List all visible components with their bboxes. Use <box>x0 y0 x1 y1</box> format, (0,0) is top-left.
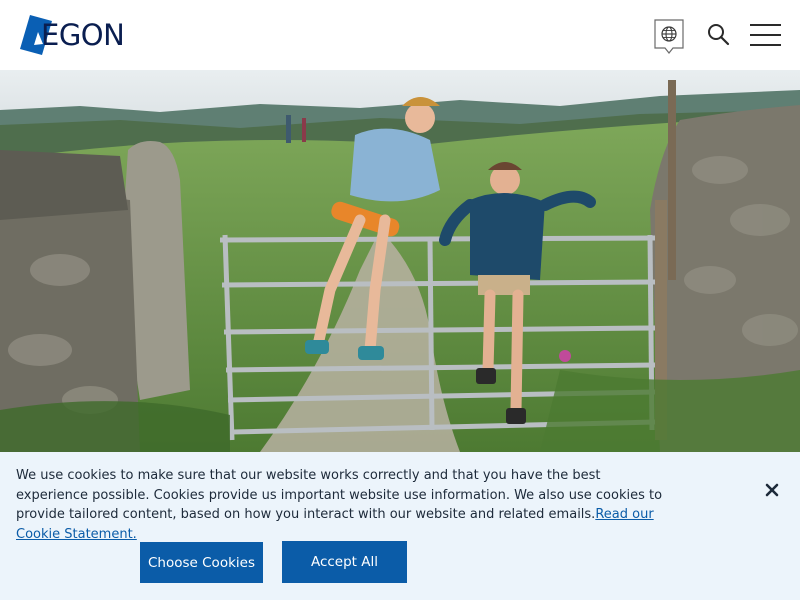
menu-bar-icon <box>750 44 781 46</box>
site-header: EGON <box>0 0 800 70</box>
search-icon <box>708 24 730 46</box>
menu-bar-icon <box>750 24 781 26</box>
cookie-banner: We use cookies to make sure that our web… <box>0 452 800 600</box>
hero-image <box>0 70 800 452</box>
accept-all-button[interactable]: Accept All <box>282 541 407 583</box>
cookie-message: We use cookies to make sure that our web… <box>16 466 666 544</box>
globe-icon <box>654 19 684 54</box>
hamburger-menu-button[interactable] <box>750 23 781 47</box>
language-selector-button[interactable] <box>653 18 685 56</box>
aegon-logo[interactable]: EGON <box>20 14 132 56</box>
cookie-message-text: We use cookies to make sure that our web… <box>16 468 663 522</box>
search-button[interactable] <box>706 22 730 46</box>
cookie-close-button[interactable] <box>762 480 782 500</box>
hero-photo <box>0 70 800 452</box>
logo-wordmark: EGON <box>41 18 125 52</box>
menu-bar-icon <box>750 34 781 36</box>
choose-cookies-button[interactable]: Choose Cookies <box>140 542 263 583</box>
close-icon <box>765 483 779 497</box>
